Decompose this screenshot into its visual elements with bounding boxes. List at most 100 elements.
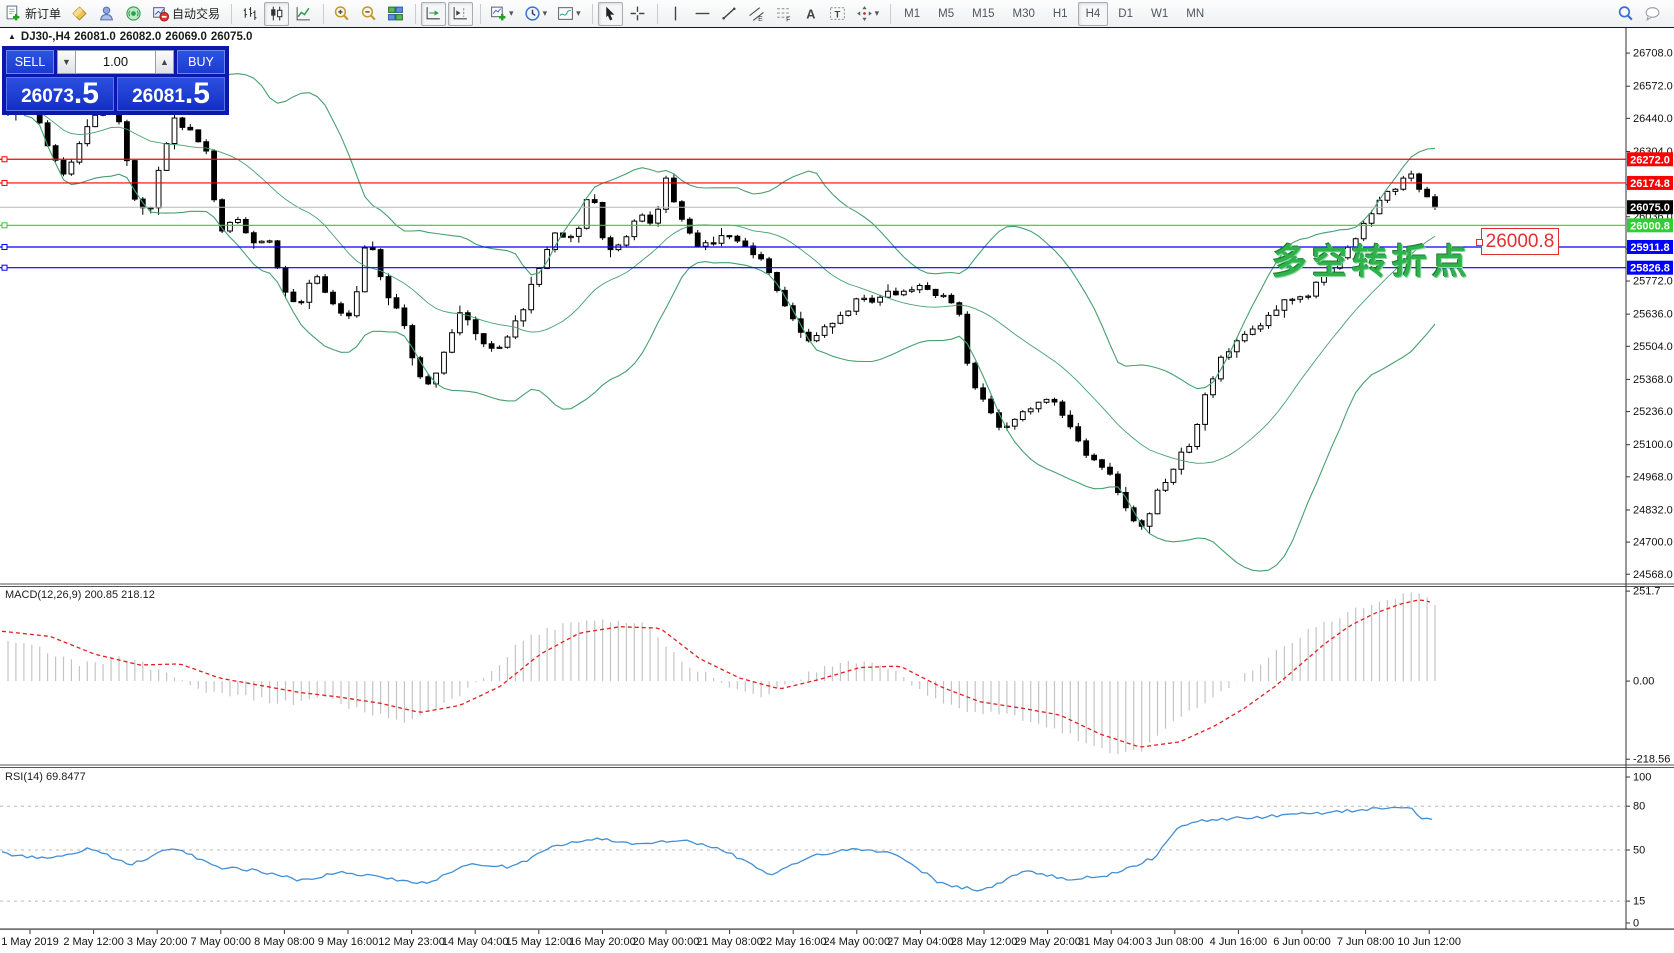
svg-text:3 Jun 08:00: 3 Jun 08:00 <box>1146 936 1204 948</box>
chat-button[interactable] <box>1640 2 1665 26</box>
tf-mn-button-label: MN <box>1182 8 1208 20</box>
doc-plus-icon <box>5 5 22 22</box>
tf-m1-button[interactable]: M1 <box>896 2 928 26</box>
candlestick-chart-button[interactable] <box>264 2 289 26</box>
text-label-button[interactable]: T <box>825 2 850 26</box>
periods-button[interactable]: ▾ <box>520 2 552 26</box>
chevron-down-icon[interactable]: ▾ <box>875 8 880 19</box>
indicator-plus-icon <box>490 5 507 22</box>
svg-text:25504.0: 25504.0 <box>1633 341 1673 353</box>
text-button[interactable]: A <box>798 2 823 26</box>
tiles-icon <box>387 5 404 22</box>
tile-windows-button[interactable] <box>383 2 408 26</box>
tf-mn-button[interactable]: MN <box>1178 2 1212 26</box>
buy-price-display[interactable]: 26081.5 <box>117 77 225 111</box>
collapse-panel-icon[interactable]: ▲ <box>8 32 16 41</box>
symbol-title: DJ30-,H4 <box>21 31 70 43</box>
toolbar-separator <box>480 4 481 24</box>
volume-input[interactable]: 1.00 <box>76 50 155 74</box>
svg-text:15 May 12:00: 15 May 12:00 <box>505 936 572 948</box>
tf-d1-button[interactable]: D1 <box>1110 2 1141 26</box>
chart-canvas[interactable]: 26708.026572.026440.026304.026168.026036… <box>0 28 1674 953</box>
sell-price-display[interactable]: 26073.5 <box>6 77 114 111</box>
chart-shift-button[interactable] <box>448 2 473 26</box>
svg-text:27 May 04:00: 27 May 04:00 <box>887 936 954 948</box>
tf-m1-button-label: M1 <box>900 8 924 20</box>
equidistant-channel-button[interactable]: E <box>744 2 769 26</box>
broadcast-icon <box>125 5 142 22</box>
textA-icon: A <box>802 5 819 22</box>
zoom-out-button[interactable] <box>356 2 381 26</box>
indicators-button[interactable]: ▾ <box>486 2 518 26</box>
svg-text:F: F <box>786 16 790 22</box>
autoscroll-icon <box>425 5 442 22</box>
svg-text:7 Jun 08:00: 7 Jun 08:00 <box>1337 936 1395 948</box>
magnifier-icon <box>1617 5 1634 22</box>
autotrading-button[interactable]: 自动交易 <box>148 2 224 26</box>
arrows-button[interactable]: ▾ <box>852 2 884 26</box>
tf-h1-button-label: H1 <box>1049 8 1072 20</box>
svg-text:10 Jun 12:00: 10 Jun 12:00 <box>1397 936 1461 948</box>
hline-icon <box>694 5 711 22</box>
ohlc-low: 26069.0 <box>165 31 207 43</box>
sell-price-main: 26073 <box>21 85 74 108</box>
new-order-button[interactable]: 新订单 <box>1 2 65 26</box>
sell-button[interactable]: SELL <box>6 50 54 74</box>
tf-h4-button[interactable]: H4 <box>1078 2 1109 26</box>
chevron-down-icon[interactable]: ▾ <box>576 8 581 19</box>
rsi-indicator-label: RSI(14) 69.8477 <box>5 771 86 783</box>
tf-m5-button[interactable]: M5 <box>930 2 962 26</box>
svg-text:T: T <box>834 10 840 21</box>
cursor-icon <box>602 5 619 22</box>
svg-text:100: 100 <box>1633 772 1651 784</box>
svg-text:25368.0: 25368.0 <box>1633 374 1673 386</box>
tf-m30-button-label: M30 <box>1009 8 1039 20</box>
zoom-in-icon <box>333 5 350 22</box>
ohlc-open: 26081.0 <box>74 31 116 43</box>
zoom-in-button[interactable] <box>329 2 354 26</box>
buy-price-main: 26081 <box>132 85 185 108</box>
toolbar-separator <box>657 4 658 24</box>
auto-scroll-button[interactable] <box>421 2 446 26</box>
clock-icon <box>524 5 541 22</box>
mql5-community-button[interactable] <box>94 2 119 26</box>
chart-window: 26708.026572.026440.026304.026168.026036… <box>0 28 1674 953</box>
tf-m15-button-label: M15 <box>968 8 998 20</box>
volume-decrease-button[interactable]: ▼ <box>57 50 76 74</box>
vline-icon <box>667 5 684 22</box>
templates-button[interactable]: ▾ <box>553 2 585 26</box>
fibonacci-button[interactable]: F <box>771 2 796 26</box>
tf-h1-button[interactable]: H1 <box>1045 2 1076 26</box>
svg-text:26440.0: 26440.0 <box>1633 113 1673 125</box>
ohlc-close: 26075.0 <box>211 31 253 43</box>
svg-text:28 May 12:00: 28 May 12:00 <box>951 936 1018 948</box>
svg-text:80: 80 <box>1633 801 1645 813</box>
line-icon <box>295 5 312 22</box>
crosshair-button[interactable] <box>625 2 650 26</box>
svg-text:20 May 00:00: 20 May 00:00 <box>633 936 700 948</box>
svg-text:26572.0: 26572.0 <box>1633 81 1673 93</box>
bar-chart-button[interactable] <box>237 2 262 26</box>
horizontal-line-button[interactable] <box>690 2 715 26</box>
tf-m15-button[interactable]: M15 <box>964 2 1002 26</box>
signals-button[interactable] <box>121 2 146 26</box>
cursor-button[interactable] <box>598 2 623 26</box>
vertical-line-button[interactable] <box>663 2 688 26</box>
trendline-button[interactable] <box>717 2 742 26</box>
search-button[interactable] <box>1613 2 1638 26</box>
buy-button[interactable]: BUY <box>177 50 225 74</box>
chevron-down-icon[interactable]: ▾ <box>543 8 548 19</box>
bars-icon <box>241 5 258 22</box>
channel-icon: E <box>748 5 765 22</box>
chevron-down-icon[interactable]: ▾ <box>509 8 514 19</box>
toolbar-separator <box>415 4 416 24</box>
tf-w1-button[interactable]: W1 <box>1143 2 1176 26</box>
line-chart-button[interactable] <box>291 2 316 26</box>
chart-annotation-text[interactable]: 多空转折点 <box>1272 234 1472 285</box>
price-level-tag[interactable]: 26000.8 <box>1481 228 1559 255</box>
svg-text:26708.0: 26708.0 <box>1633 48 1673 60</box>
svg-text:24568.0: 24568.0 <box>1633 569 1673 581</box>
tf-m30-button[interactable]: M30 <box>1005 2 1043 26</box>
metaeditor-button[interactable] <box>67 2 92 26</box>
volume-increase-button[interactable]: ▲ <box>155 50 174 74</box>
